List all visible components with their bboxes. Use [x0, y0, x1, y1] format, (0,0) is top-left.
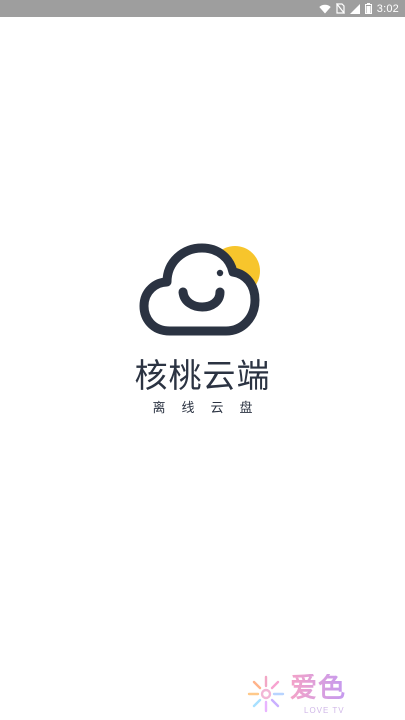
watermark-subtext: LOVE TV: [304, 706, 345, 715]
cloud-smile-icon: [139, 243, 260, 336]
app-tagline: 离线云盘: [152, 401, 269, 416]
battery-icon: [364, 3, 372, 14]
no-sim-icon: [335, 3, 345, 14]
watermark-logo: 爱色 LOVE TV: [244, 672, 374, 716]
splash-screen: 3:02 核桃云端 离线云盘 爱色 LOVE TV: [0, 0, 405, 720]
status-icons: 3:02: [319, 0, 399, 17]
app-name: 核桃云端: [134, 356, 271, 395]
status-time: 3:02: [376, 2, 399, 15]
status-bar: 3:02: [0, 0, 405, 17]
watermark-text: 爱色: [290, 673, 346, 704]
signal-icon: [349, 3, 360, 14]
snowflake-icon: [247, 675, 285, 713]
wifi-icon: [319, 4, 331, 14]
